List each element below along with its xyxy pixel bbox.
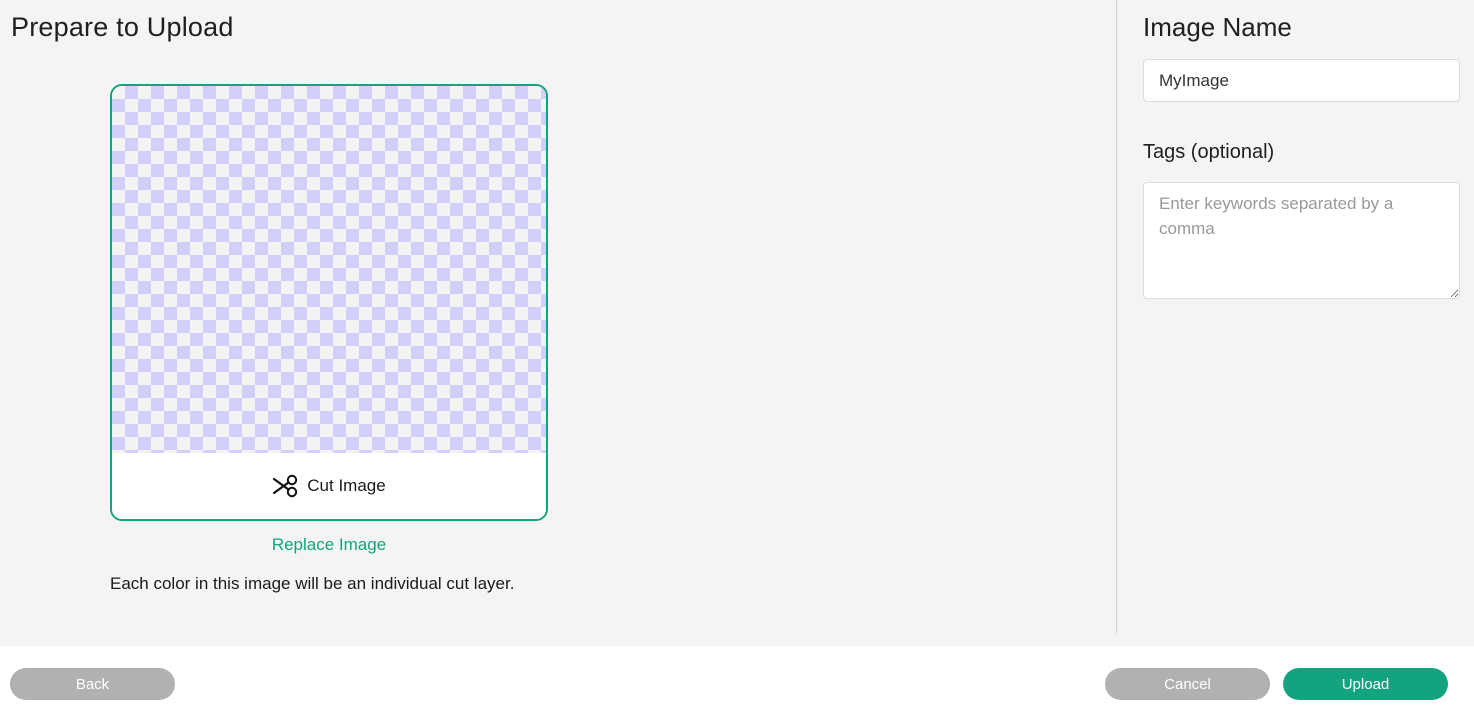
upload-button[interactable]: Upload <box>1283 668 1448 700</box>
image-name-input[interactable] <box>1143 59 1460 102</box>
upload-dialog: Prepare to Upload Cut Image Replace Imag… <box>0 0 1474 713</box>
footer-bar: Back Cancel Upload <box>0 646 1474 713</box>
tags-textarea[interactable] <box>1143 182 1460 299</box>
page-title: Prepare to Upload <box>11 12 234 42</box>
cancel-button[interactable]: Cancel <box>1105 668 1270 700</box>
image-name-heading: Image Name <box>1143 12 1292 42</box>
image-preview-card: Cut Image <box>110 84 548 521</box>
scissors-icon <box>272 474 300 498</box>
details-pane: Image Name Tags (optional) <box>1117 0 1474 646</box>
preview-pane: Prepare to Upload Cut Image Replace Imag… <box>0 0 1116 646</box>
back-button[interactable]: Back <box>10 668 175 700</box>
transparent-image-preview <box>112 86 546 453</box>
cut-layer-hint: Each color in this image will be an indi… <box>110 574 515 593</box>
tags-label: Tags (optional) <box>1143 141 1275 163</box>
cut-image-button[interactable]: Cut Image <box>112 453 546 519</box>
replace-image-link[interactable]: Replace Image <box>110 535 548 555</box>
cut-image-label: Cut Image <box>307 476 386 495</box>
